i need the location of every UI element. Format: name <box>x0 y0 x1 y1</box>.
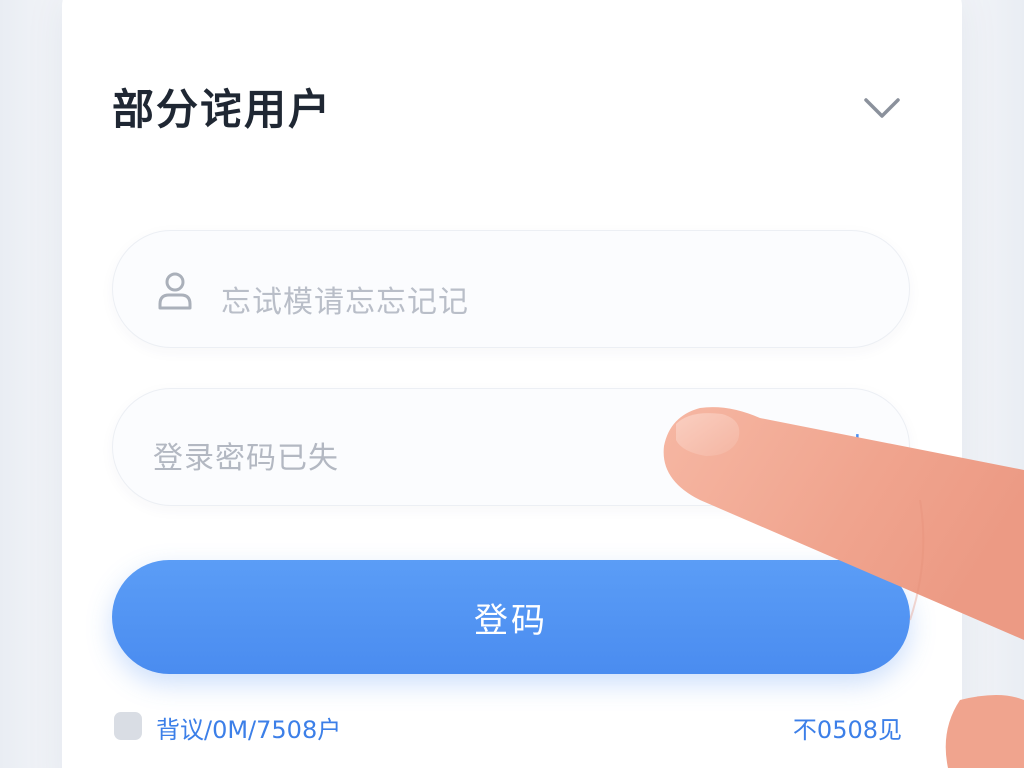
expand-button[interactable] <box>858 84 906 132</box>
user-icon <box>158 272 192 310</box>
username-placeholder: 忘试模请忘忘记记 <box>221 285 469 320</box>
page-title: 部分诧用户 <box>112 85 333 134</box>
login-button[interactable]: 登码 <box>112 560 910 674</box>
agreement-checkbox[interactable] <box>114 712 142 740</box>
password-field[interactable]: 登录密码已失 2 强力 <box>112 388 910 506</box>
help-link[interactable]: 不0508见 <box>793 710 902 745</box>
agreement-text[interactable]: 背议/0M/7508户 <box>156 710 341 745</box>
login-screen: 部分诧用户 忘试模请忘忘记记 登录密码已失 2 强力 登码 背议/0M/7508… <box>0 0 1024 768</box>
password-placeholder: 登录密码已失 <box>153 441 339 476</box>
login-button-label: 登码 <box>474 600 548 641</box>
password-toggle-link[interactable]: 2 强力 <box>780 425 875 471</box>
username-field[interactable]: 忘试模请忘忘记记 <box>112 230 910 348</box>
chevron-down-icon <box>864 98 900 118</box>
